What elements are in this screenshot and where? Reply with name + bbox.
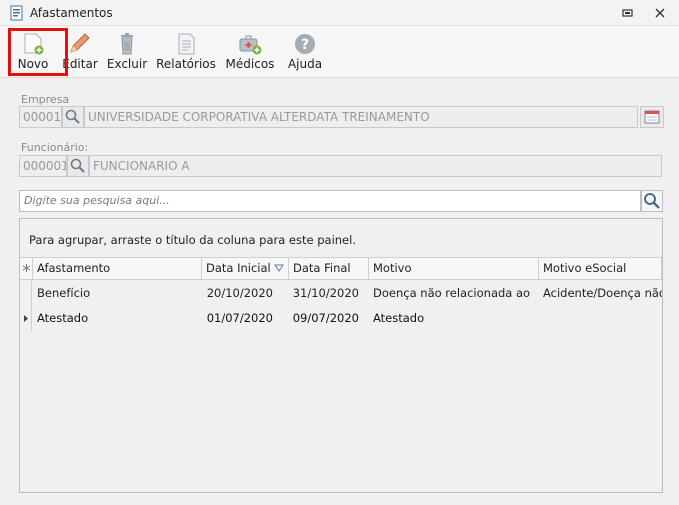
help-icon: ? bbox=[295, 34, 315, 54]
current-row-arrow-icon bbox=[24, 315, 28, 322]
svg-text:?: ? bbox=[301, 37, 309, 53]
cell-motivo: Doença não relacionada ao bbox=[373, 286, 531, 300]
cell-data-final: 09/07/2020 bbox=[292, 311, 359, 325]
new-button-highlight bbox=[8, 28, 68, 76]
reports-button-label: Relatórios bbox=[156, 57, 216, 71]
medical-kit-icon bbox=[239, 35, 262, 55]
cell-afastamento: Benefício bbox=[37, 286, 91, 300]
column-header-data-final[interactable]: Data Final bbox=[289, 258, 369, 279]
cell-data-inicial: 20/10/2020 bbox=[206, 286, 273, 300]
empresa-label: Empresa bbox=[21, 93, 70, 106]
search-icon bbox=[65, 109, 80, 124]
doctors-button-label: Médicos bbox=[225, 57, 275, 71]
sort-descending-icon bbox=[274, 264, 284, 272]
restore-icon bbox=[622, 9, 633, 17]
empresa-code-field[interactable]: 00001 bbox=[19, 106, 62, 128]
cell-data-final: 31/10/2020 bbox=[292, 286, 359, 300]
trash-icon bbox=[121, 33, 133, 55]
row-indicator bbox=[20, 281, 32, 306]
column-header-motivo[interactable]: Motivo bbox=[369, 258, 539, 279]
edit-pencil-icon bbox=[70, 33, 90, 53]
column-header-motivo-esocial[interactable]: Motivo eSocial bbox=[539, 258, 662, 279]
calendar-icon bbox=[644, 110, 660, 124]
empresa-lookup-button[interactable] bbox=[62, 106, 84, 128]
doctors-button[interactable]: Médicos bbox=[224, 28, 276, 76]
cell-motivo-esocial bbox=[539, 306, 662, 331]
cell-motivo: Atestado bbox=[373, 311, 425, 325]
funcionario-lookup-button[interactable] bbox=[67, 155, 89, 177]
app-icon bbox=[10, 5, 23, 21]
grid-header: Afastamento Data Inicial Data Final Moti… bbox=[20, 257, 662, 280]
help-button-label: Ajuda bbox=[287, 57, 323, 71]
table-row[interactable]: Benefício 20/10/2020 31/10/2020 Doença n… bbox=[20, 281, 662, 306]
funcionario-label: Funcionário: bbox=[21, 141, 89, 154]
cell-afastamento: Atestado bbox=[37, 311, 89, 325]
close-icon bbox=[655, 8, 665, 18]
empresa-name-field: UNIVERSIDADE CORPORATIVA ALTERDATA TREIN… bbox=[84, 106, 638, 128]
column-header-data-inicial-label: Data Inicial bbox=[206, 261, 271, 275]
funcionario-code-field[interactable]: 000001 bbox=[19, 155, 67, 177]
delete-button-label: Excluir bbox=[106, 57, 148, 71]
table-row[interactable]: Atestado 01/07/2020 09/07/2020 Atestado bbox=[20, 306, 662, 331]
search-icon bbox=[70, 158, 85, 173]
window-title: Afastamentos bbox=[30, 6, 113, 20]
title-bar: Afastamentos bbox=[0, 0, 679, 26]
cell-data-inicial: 01/07/2020 bbox=[206, 311, 273, 325]
reports-button[interactable]: Relatórios bbox=[156, 28, 216, 76]
asterisk-icon bbox=[22, 264, 31, 272]
column-header-data-inicial[interactable]: Data Inicial bbox=[202, 258, 289, 279]
toolbar: Novo Editar Excluir Relatórios Médicos ?… bbox=[0, 26, 679, 78]
restore-button[interactable] bbox=[619, 4, 637, 22]
cell-motivo-esocial: Acidente/Doença não bbox=[543, 286, 662, 300]
afastamentos-grid: Para agrupar, arraste o título da coluna… bbox=[19, 218, 663, 493]
search-input[interactable]: Digite sua pesquisa aqui... bbox=[19, 190, 641, 212]
row-indicator-header[interactable] bbox=[20, 258, 33, 279]
help-button[interactable]: ? Ajuda bbox=[284, 28, 326, 76]
delete-button[interactable]: Excluir bbox=[106, 28, 148, 76]
search-icon bbox=[644, 193, 660, 209]
search-button[interactable] bbox=[641, 190, 663, 212]
empresa-calendar-button[interactable] bbox=[640, 106, 664, 128]
report-icon bbox=[178, 33, 195, 55]
row-indicator bbox=[20, 306, 32, 331]
funcionario-name-field: FUNCIONARIO A bbox=[89, 155, 662, 177]
close-button[interactable] bbox=[651, 4, 669, 22]
column-header-afastamento[interactable]: Afastamento bbox=[33, 258, 202, 279]
group-by-panel[interactable]: Para agrupar, arraste o título da coluna… bbox=[29, 233, 356, 247]
